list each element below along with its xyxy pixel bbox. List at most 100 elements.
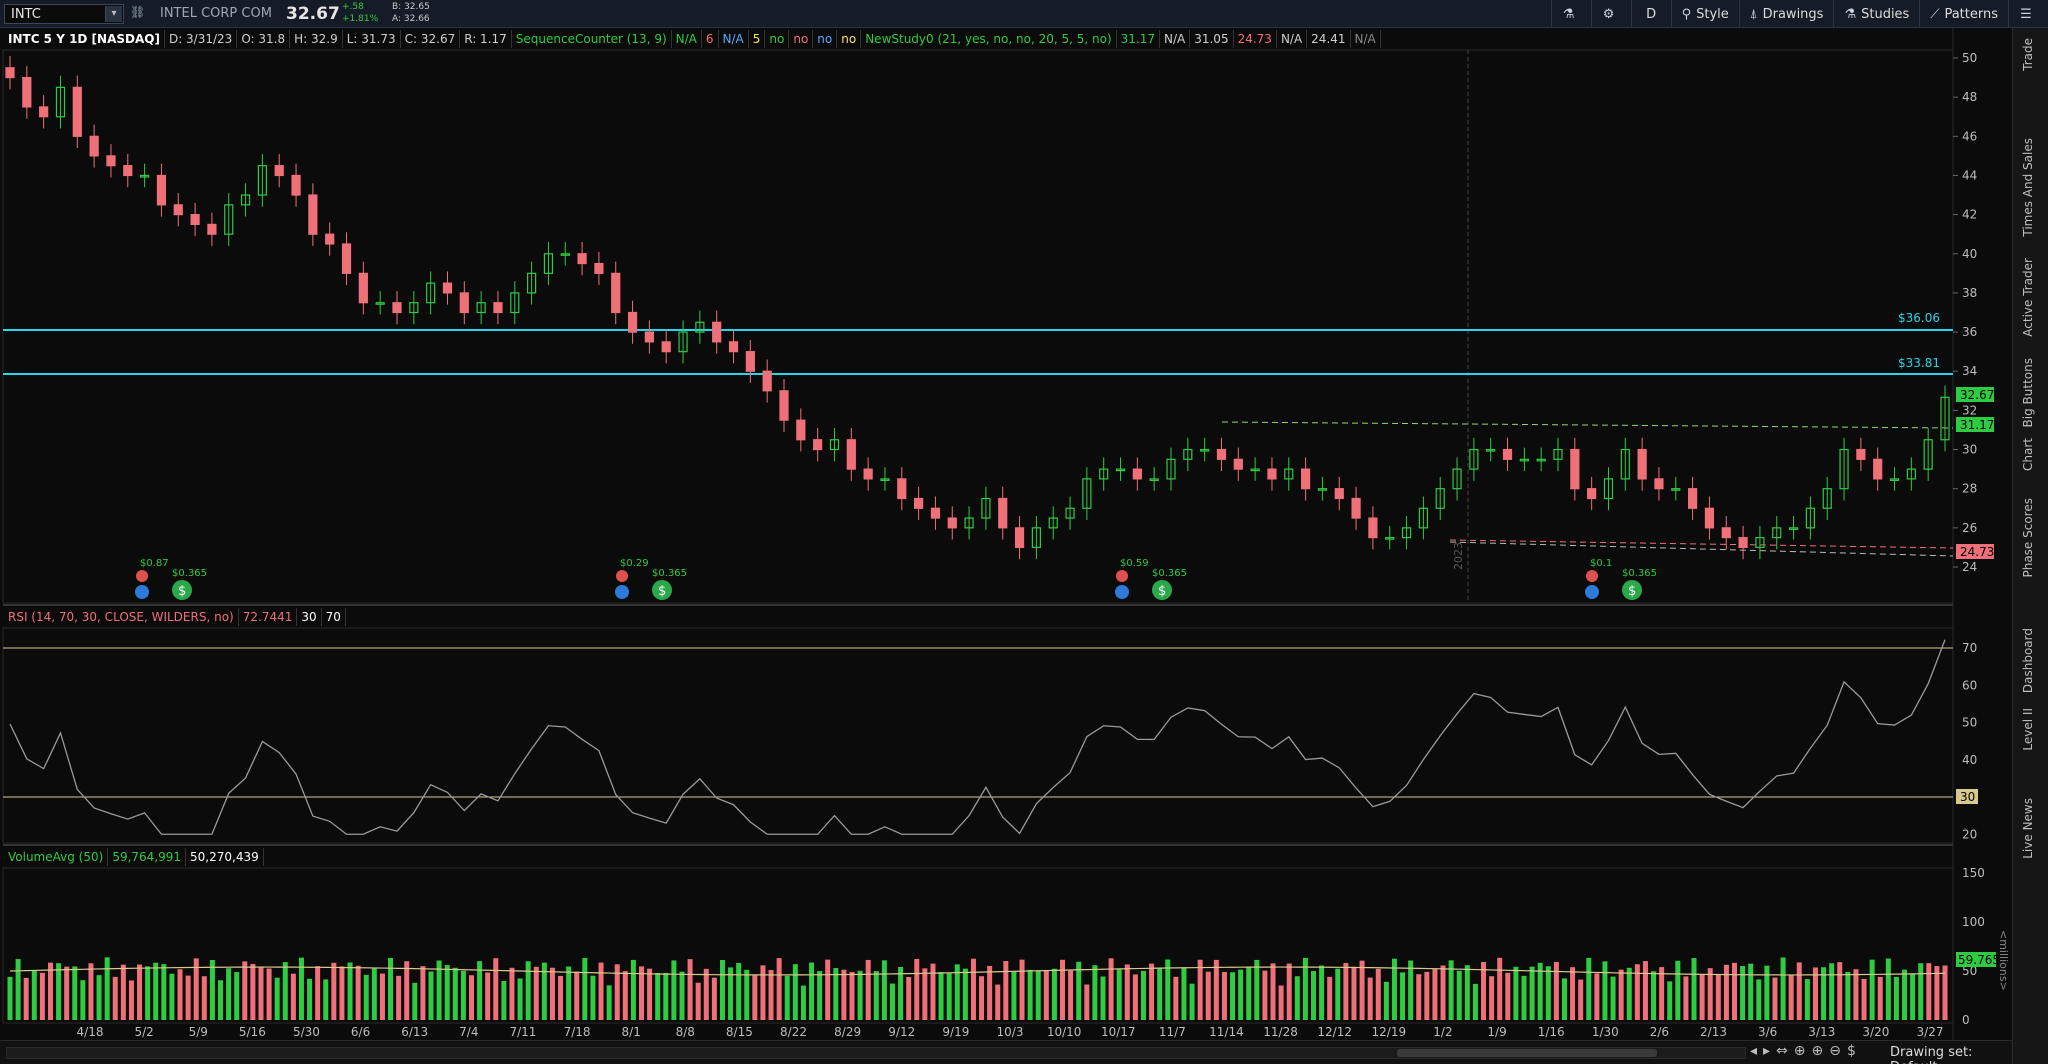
side-tab-times-and-sales[interactable]: Times And Sales [2021, 138, 2041, 237]
volume-bar [1108, 958, 1114, 1020]
volume-bar [517, 978, 523, 1020]
volume-bar [1902, 969, 1908, 1020]
volume-bar [31, 970, 37, 1020]
volume-bar [1084, 984, 1090, 1020]
side-tab-level-ii[interactable]: Level II [2021, 708, 2041, 751]
candle-body [1132, 468, 1142, 480]
date-tick-label: 10/10 [1047, 1025, 1082, 1039]
volume-bar [1375, 968, 1381, 1020]
volume-bar [695, 982, 701, 1020]
volume-bar [1934, 966, 1940, 1020]
dollar-icon[interactable]: $ [1847, 1043, 1856, 1059]
chart-canvas[interactable]: 50 48 46 44 42 40 38 36 34 32 30 28 26 24 70 60 50 40 30 2… [0, 0, 2012, 1040]
pan-left-icon[interactable]: ◂ [1750, 1043, 1757, 1059]
price-tick-label: 32 [1962, 403, 1977, 417]
earnings-amount: $0.1 [1590, 558, 1612, 569]
volume-bar [412, 982, 418, 1020]
crosshair-icon[interactable]: ⊕ [1794, 1043, 1806, 1059]
price-tick-label: 40 [1962, 247, 1977, 261]
volume-bar [1060, 959, 1066, 1020]
candle-body [577, 253, 587, 265]
volume-unit-label: <millions> [1997, 930, 2010, 991]
date-tick-label: 5/2 [134, 1025, 153, 1039]
volume-bar [47, 962, 53, 1020]
volume-bar [1918, 963, 1924, 1020]
volume-bar [485, 972, 491, 1020]
volume-tick-label: 150 [1962, 866, 1985, 880]
candle-body [1301, 468, 1311, 490]
volume-bar [161, 964, 167, 1020]
volume-bar [396, 975, 402, 1020]
horizontal-scrollbar[interactable] [6, 1047, 1746, 1059]
volume-bar [80, 980, 86, 1020]
volume-bar [1651, 971, 1657, 1020]
side-tab-phase-scores[interactable]: Phase Scores [2021, 498, 2041, 578]
volume-avg-label[interactable]: VolumeAvg (50) [4, 848, 109, 866]
bottom-bar: ◂ ▸ ⇔ ⊕ ⊕ ⊖ $ Drawing set: Default [0, 1040, 2012, 1064]
volume-bar [1861, 978, 1867, 1020]
date-tick-label: 7/18 [564, 1025, 591, 1039]
side-tab-trade[interactable]: Trade [2021, 38, 2041, 71]
side-tab-big-buttons[interactable]: Big Buttons [2021, 358, 2041, 427]
volume-bar [1400, 972, 1406, 1020]
price-tick-label: 44 [1962, 168, 1977, 182]
date-tick-label: 11/14 [1209, 1025, 1244, 1039]
volume-bar [1157, 967, 1163, 1020]
menu-button[interactable]: ☰ [2008, 0, 2048, 28]
date-tick-label: 10/17 [1101, 1025, 1136, 1039]
date-tick-label: 11/28 [1263, 1025, 1298, 1039]
candle-body [1637, 448, 1647, 480]
volume-bar [784, 975, 790, 1020]
zoom-out-icon[interactable]: ⊖ [1829, 1043, 1841, 1059]
volume-bar [1788, 974, 1794, 1020]
candle-body [341, 243, 352, 274]
side-tab-dashboard[interactable]: Dashboard [2021, 628, 2041, 693]
volume-bar [1780, 957, 1786, 1020]
expand-icon[interactable]: ⇔ [1776, 1043, 1788, 1059]
volume-bar [201, 976, 207, 1020]
event-info-icon [615, 585, 629, 599]
volume-bar [1011, 971, 1017, 1020]
rsi-tick-label: 60 [1962, 678, 1977, 692]
candle-body [392, 302, 402, 314]
year-marker: 2023 [1452, 542, 1465, 570]
candle-body [762, 370, 772, 392]
candle-body [1267, 468, 1277, 480]
volume-bar [452, 967, 458, 1020]
volume-bar [987, 965, 993, 1020]
rsi-label[interactable]: RSI (14, 70, 30, CLOSE, WILDERS, no) [4, 608, 239, 626]
volume-bar [598, 962, 604, 1020]
scrollbar-thumb[interactable] [1397, 1049, 1657, 1057]
side-tab-chart[interactable]: Chart [2021, 438, 2041, 471]
volume-bar [1278, 985, 1284, 1020]
volume-bar [1570, 967, 1576, 1020]
pan-right-icon[interactable]: ▸ [1763, 1043, 1770, 1059]
candle-body [728, 341, 739, 353]
volume-bar [1205, 971, 1211, 1020]
volume-bar [711, 977, 717, 1020]
side-tab-active-trader[interactable]: Active Trader [2021, 258, 2041, 337]
volume-bar [1586, 957, 1592, 1020]
volume-pane [7, 957, 1948, 1020]
candle-body [358, 272, 368, 304]
event-markers[interactable]: $0.87$0.365$$0.29$0.365$$0.59$0.365$$0.1… [135, 558, 1657, 600]
volume-bar [363, 974, 369, 1020]
candle-body [459, 292, 469, 314]
date-tick-label: 12/12 [1317, 1025, 1352, 1039]
volume-bar [1699, 974, 1705, 1020]
volume-bar [1286, 963, 1292, 1020]
drawing-set-label[interactable]: Drawing set: Default [1890, 1045, 2012, 1064]
volume-bar [1124, 964, 1130, 1020]
volume-bar [1683, 976, 1689, 1020]
volume-bar [290, 973, 296, 1020]
dividend-dollar-icon: $ [658, 584, 666, 599]
zoom-in-icon[interactable]: ⊕ [1812, 1043, 1824, 1059]
volume-bar [663, 972, 669, 1020]
side-tab-live-news[interactable]: Live News [2021, 798, 2041, 859]
volume-bar [1529, 966, 1535, 1020]
volume-bar [1545, 966, 1551, 1020]
volume-bar [873, 971, 879, 1020]
rsi-axis: 70 60 50 40 30 20 [1962, 641, 1977, 841]
volume-bar [1019, 959, 1025, 1020]
rsi-header: RSI (14, 70, 30, CLOSE, WILDERS, no) 72.… [4, 608, 346, 626]
